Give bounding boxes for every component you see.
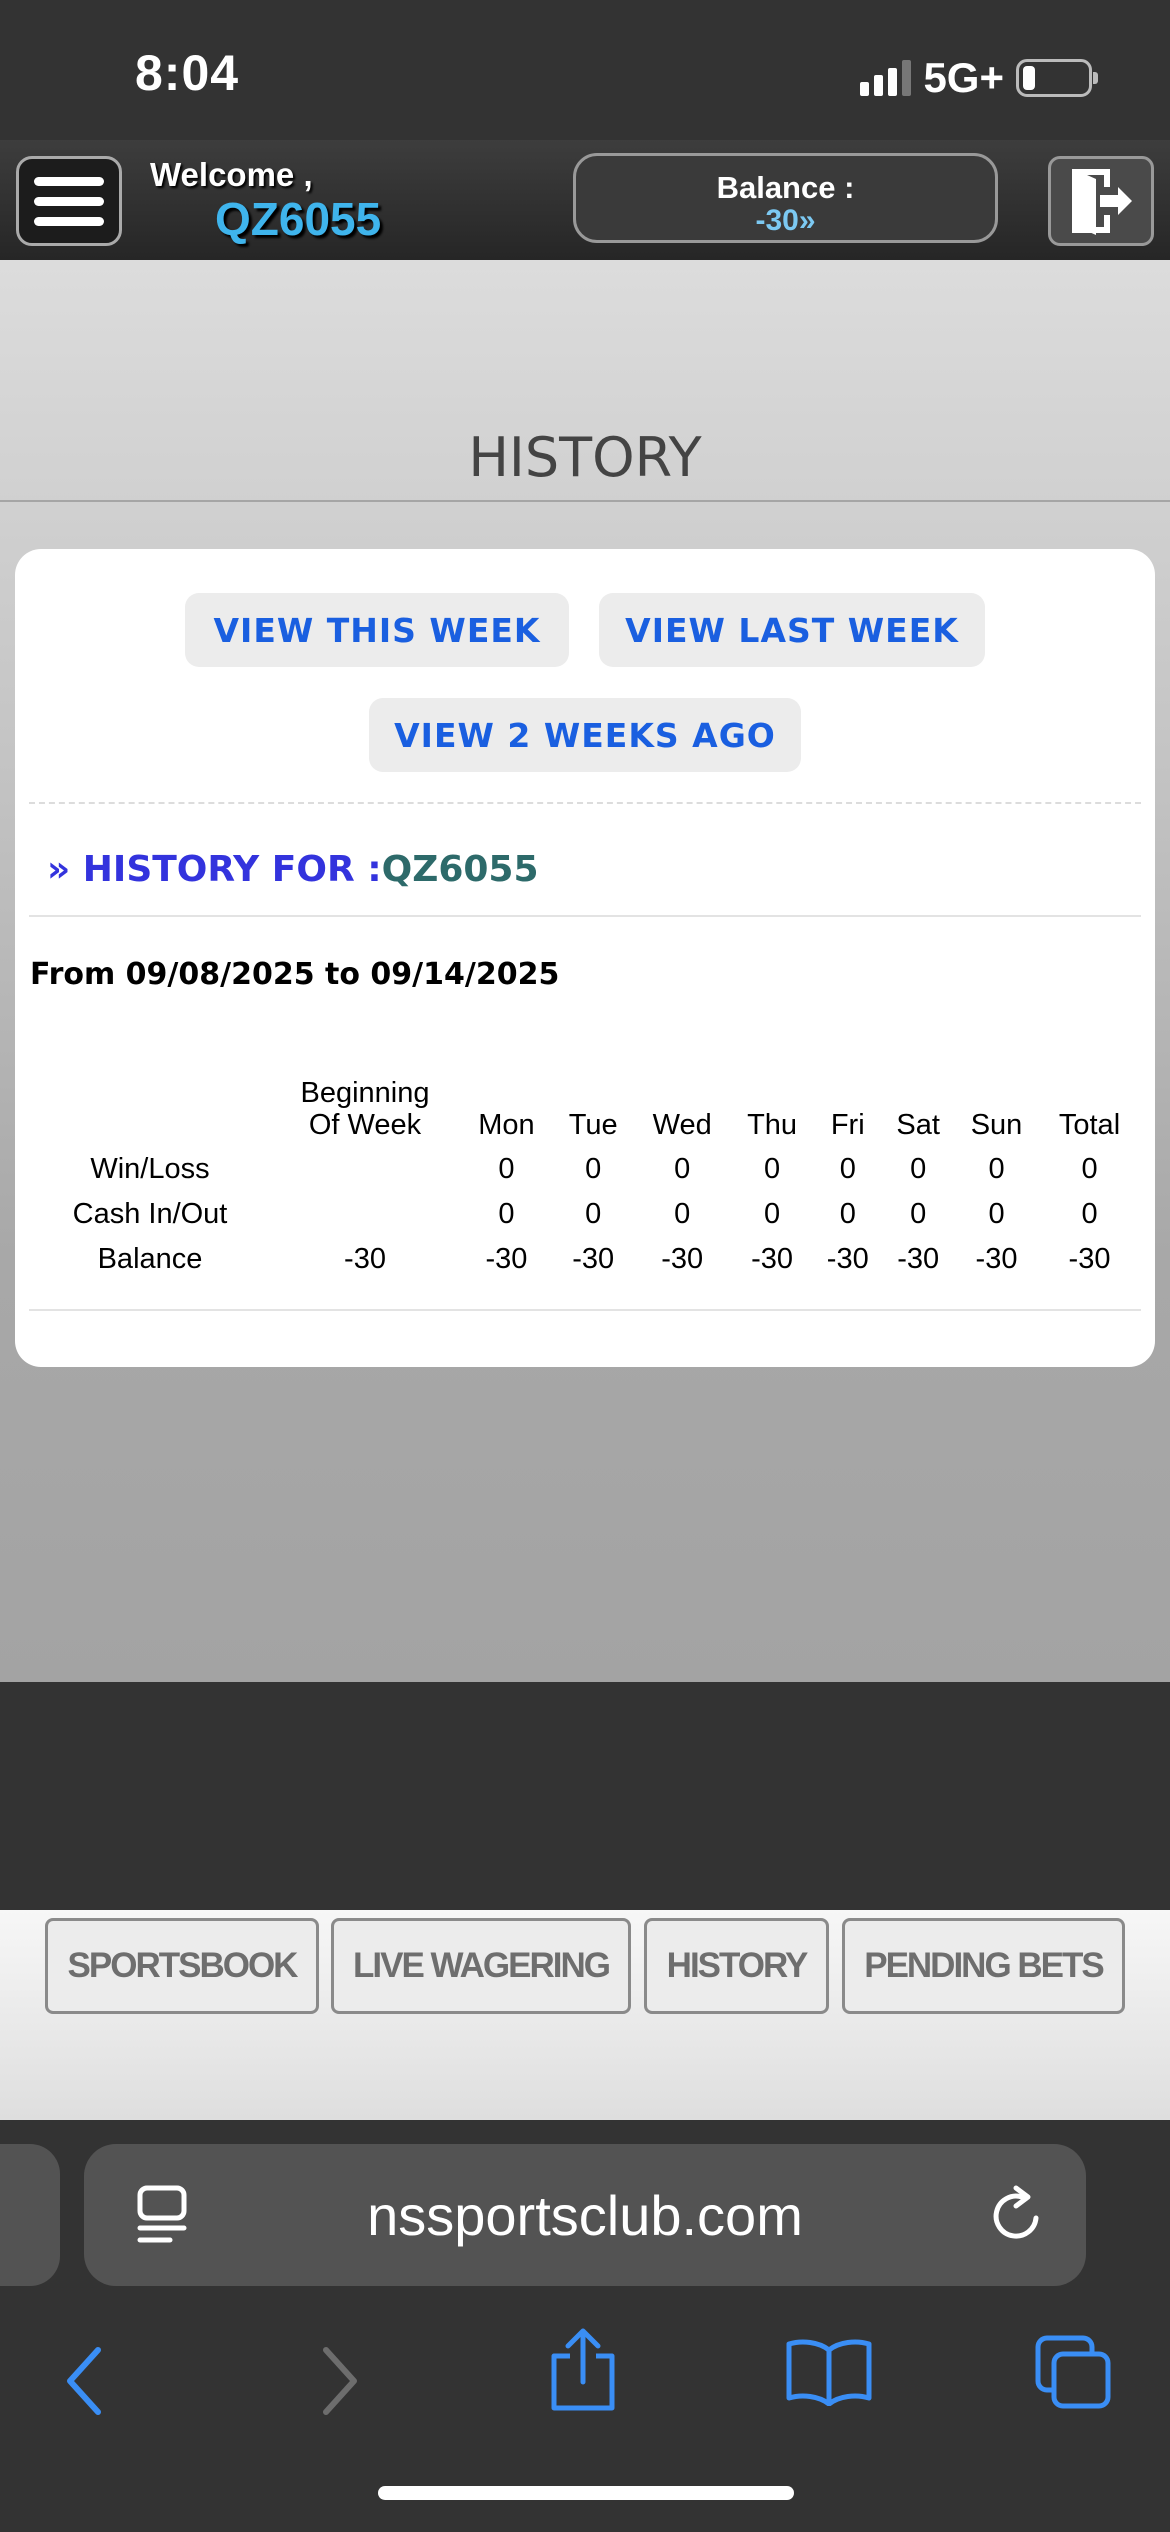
bottom-nav: SPORTSBOOK LIVE WAGERING HISTORY PENDING… [0, 1910, 1170, 2120]
battery-icon [1016, 59, 1098, 97]
row-label: Win/Loss [90, 1153, 210, 1185]
history-card: VIEW THIS WEEK VIEW LAST WEEK VIEW 2 WEE… [15, 549, 1155, 1367]
nav-live-wagering-button[interactable]: LIVE WAGERING [331, 1918, 631, 2014]
nav-pending-bets-button[interactable]: PENDING BETS [842, 1918, 1125, 2014]
hamburger-menu-icon [34, 176, 104, 186]
date-range: From 09/08/2025 to 09/14/2025 [30, 957, 560, 992]
app-header: Welcome , QZ6055 Balance : -30» [0, 140, 1170, 260]
cell-bow: -30 [344, 1243, 386, 1275]
cell-mon: 0 [498, 1153, 515, 1185]
header-total: Total [1058, 1109, 1121, 1141]
view-last-week-button[interactable]: VIEW LAST WEEK [599, 593, 985, 667]
table-row: Cash In/Out 0 0 0 0 0 0 0 0 [30, 1192, 1140, 1237]
status-time: 8:04 [135, 45, 240, 101]
view-this-week-button[interactable]: VIEW THIS WEEK [185, 593, 569, 667]
dashed-divider [29, 802, 1141, 804]
header-sat: Sat [896, 1109, 940, 1141]
row-label: Balance [97, 1243, 203, 1275]
nav-history-button[interactable]: HISTORY [644, 1918, 829, 2014]
nav-sportsbook-button[interactable]: SPORTSBOOK [45, 1918, 319, 2014]
cell-fri: 0 [839, 1198, 856, 1230]
cell-wed: 0 [674, 1153, 691, 1185]
main-content: HISTORY VIEW THIS WEEK VIEW LAST WEEK VI… [0, 260, 1170, 1682]
cell-total: -30 [1068, 1243, 1111, 1275]
table-header-row: Beginning Of Week Mon Tue Wed Thu Fri Sat… [30, 1077, 1140, 1147]
cell-total: 0 [1081, 1198, 1098, 1230]
cell-mon: -30 [485, 1243, 528, 1275]
balance-label: Balance : [716, 170, 855, 205]
cell-tue: 0 [585, 1198, 602, 1230]
header-thu: Thu [747, 1109, 798, 1141]
reload-icon[interactable] [988, 2184, 1048, 2246]
menu-button[interactable] [16, 156, 122, 246]
history-for-label: » HISTORY FOR : [47, 849, 382, 890]
cell-tue: -30 [572, 1243, 615, 1275]
browser-toolbar [0, 2306, 1170, 2426]
balance-box[interactable]: Balance : -30» [573, 153, 998, 243]
cell-sun: 0 [988, 1198, 1005, 1230]
header-fri: Fri [830, 1109, 865, 1141]
browser-chrome: nssportsclub.com [0, 2120, 1170, 2532]
header-mon: Mon [478, 1109, 535, 1141]
cell-bow [270, 1147, 460, 1192]
empty-band [0, 1682, 1170, 1910]
section-divider [29, 915, 1141, 917]
welcome-username: QZ6055 [215, 193, 382, 245]
header-wed: Wed [652, 1109, 712, 1141]
cellular-signal-icon [860, 60, 912, 96]
tabs-icon[interactable] [1034, 2334, 1114, 2410]
cell-thu: 0 [763, 1153, 781, 1185]
header-tue: Tue [568, 1109, 618, 1141]
cell-mon: 0 [498, 1198, 515, 1230]
back-chevron-icon[interactable] [60, 2346, 110, 2416]
cell-total: 0 [1081, 1153, 1098, 1185]
cell-sun: 0 [988, 1153, 1005, 1185]
bookmarks-book-icon[interactable] [784, 2336, 874, 2406]
forward-chevron-icon[interactable] [314, 2346, 364, 2416]
cell-wed: 0 [674, 1198, 691, 1230]
cell-fri: 0 [839, 1153, 856, 1185]
cell-sun: -30 [975, 1243, 1018, 1275]
cell-wed: -30 [661, 1243, 704, 1275]
table-divider [29, 1309, 1141, 1311]
cell-thu: -30 [751, 1243, 794, 1275]
share-icon[interactable] [548, 2326, 618, 2412]
view-2-weeks-ago-button[interactable]: VIEW 2 WEEKS AGO [369, 698, 801, 772]
status-indicators: 5G+ [860, 54, 1098, 102]
cell-fri: -30 [826, 1243, 869, 1275]
table-row: Balance -30 -30 -30 -30 -30 -30 -30 -30 … [30, 1237, 1140, 1282]
cell-bow [270, 1192, 460, 1237]
cell-thu: 0 [763, 1198, 781, 1230]
cell-sat: 0 [910, 1198, 927, 1230]
balance-value: -30» [755, 204, 816, 237]
previous-tab-preview[interactable] [0, 2144, 60, 2286]
row-label: Cash In/Out [72, 1198, 228, 1230]
network-type: 5G+ [923, 54, 1004, 101]
title-divider [0, 500, 1170, 502]
header-beginning-of-week: Beginning Of Week [300, 1077, 430, 1141]
history-for-heading: » HISTORY FOR :QZ6055 [47, 849, 539, 890]
home-indicator[interactable] [378, 2486, 794, 2500]
table-row: Win/Loss 0 0 0 0 0 0 0 0 [30, 1147, 1140, 1192]
logout-door-icon [1072, 169, 1132, 235]
cell-tue: 0 [585, 1153, 602, 1185]
url-text: nssportsclub.com [367, 2183, 803, 2247]
header-empty [30, 1077, 270, 1147]
history-for-user: QZ6055 [381, 849, 539, 890]
cell-sat: -30 [897, 1243, 940, 1275]
welcome-label: Welcome , [150, 156, 313, 193]
status-bar: 8:04 5G+ [0, 0, 1170, 140]
logout-button[interactable] [1048, 156, 1154, 246]
header-sun: Sun [970, 1109, 1023, 1141]
page-title: HISTORY [468, 426, 702, 489]
history-table: Beginning Of Week Mon Tue Wed Thu Fri Sat… [30, 1077, 1140, 1282]
cell-sat: 0 [910, 1153, 927, 1185]
address-bar[interactable]: nssportsclub.com [84, 2144, 1086, 2286]
